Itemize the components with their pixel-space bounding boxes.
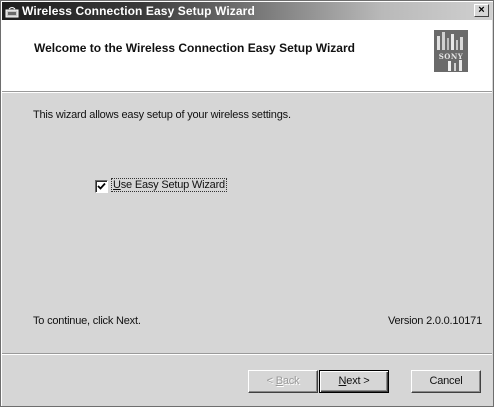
wizard-header: Welcome to the Wireless Connection Easy … (2, 20, 492, 91)
close-button[interactable]: × (474, 4, 489, 17)
back-mnemonic: B (275, 375, 283, 387)
logo-stripes-icon (437, 32, 463, 50)
use-easy-setup-checkbox[interactable] (95, 180, 108, 193)
checkbox-label[interactable]: Use Easy Setup Wizard (111, 178, 227, 192)
checkbox-mnemonic: U (113, 179, 121, 191)
sony-logo: SONY (434, 30, 468, 72)
logo-bars-icon (448, 60, 462, 71)
checkbox-label-text: se Easy Setup Wizard (120, 179, 225, 191)
back-button[interactable]: < Back (248, 370, 318, 393)
close-icon: × (478, 4, 485, 16)
title-bar[interactable]: Wireless Connection Easy Setup Wizard × (2, 2, 492, 20)
next-button[interactable]: Next > (319, 370, 389, 393)
window-title: Wireless Connection Easy Setup Wizard (22, 4, 255, 18)
header-divider (2, 91, 492, 93)
footer-divider (2, 353, 492, 355)
version-label: Version 2.0.0.10171 (387, 315, 482, 327)
cancel-button[interactable]: Cancel (411, 370, 481, 393)
continue-instruction: To continue, click Next. (33, 315, 141, 327)
back-label: ack (282, 375, 300, 387)
wireless-app-icon[interactable] (5, 5, 19, 18)
wizard-window: Wireless Connection Easy Setup Wizard × … (0, 0, 494, 407)
intro-text: This wizard allows easy setup of your wi… (33, 109, 291, 121)
next-label: ext > (346, 375, 370, 387)
checkmark-icon (97, 182, 106, 190)
page-title: Welcome to the Wireless Connection Easy … (34, 41, 355, 55)
back-arrow: < (266, 375, 276, 387)
